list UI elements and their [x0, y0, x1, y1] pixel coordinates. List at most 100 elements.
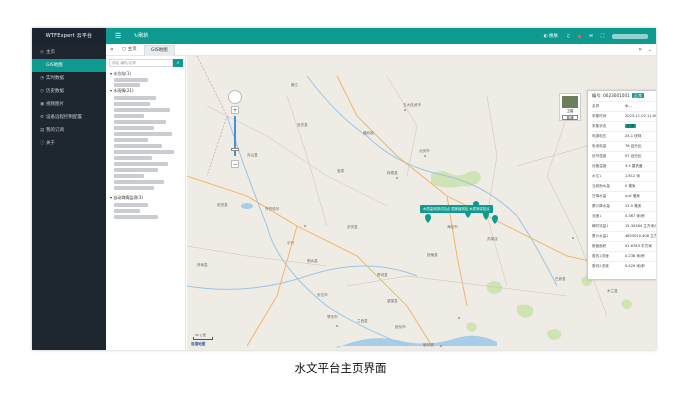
station-popup-label[interactable]: 水质监测测试站点 国家级测站 水质测试站点 — [420, 205, 493, 213]
satellite-thumbnail[interactable] — [562, 96, 578, 108]
road — [187, 245, 328, 267]
info-row-value: 0.429 米/秒 — [625, 264, 645, 268]
tree-item[interactable] — [114, 174, 144, 178]
tab-scroll-left-icon[interactable]: « — [110, 44, 114, 56]
info-row-value: 0.238 米/秒 — [625, 254, 645, 258]
tab-options-icon[interactable]: ⌄ — [648, 44, 652, 56]
tab-home[interactable]: ▢ 主页 — [122, 44, 137, 56]
tree-item[interactable] — [114, 180, 164, 184]
layer-satellite[interactable]: 卫星 — [562, 109, 578, 114]
place-label: 海伦市 — [447, 224, 458, 229]
station-search: ⌕ — [109, 59, 183, 67]
sidebar-item-history[interactable]: ◷ 历史数据 — [32, 85, 106, 98]
place-label: 肇东市 — [327, 314, 338, 319]
tree-item[interactable] — [114, 156, 152, 160]
caret-down-icon: ▾ — [110, 88, 113, 93]
info-row-value: 97 百分比 — [625, 154, 642, 158]
tab-label: GIS地图 — [151, 48, 168, 53]
sidebar-item-about[interactable]: ⓘ 关于 — [32, 137, 106, 150]
station-code-label: 编号: — [592, 93, 602, 98]
tree-item[interactable] — [114, 126, 154, 130]
fullscreen-icon[interactable]: ⛶ — [601, 33, 604, 39]
info-row-value: 水... — [625, 104, 633, 108]
road — [486, 95, 508, 287]
theme-button[interactable]: ◐ 换肤 — [544, 33, 558, 39]
info-row-label: 垂线1流速 — [592, 254, 609, 258]
sidebar-item-label: 视频图片 — [46, 102, 64, 107]
sidebar-item-label: 我的订阅 — [46, 128, 64, 133]
sidebar-item-remote-config[interactable]: ⚙ 设备远程控制配置 — [32, 111, 106, 124]
tree-group[interactable]: ▾ 水位站(1) — [110, 71, 131, 77]
message-icon[interactable]: ✉ — [589, 34, 593, 39]
bell-icon[interactable]: ♫ — [566, 34, 570, 39]
info-row-label: 采集时间 — [592, 114, 607, 118]
gis-map[interactable]: 五大连池市 北安市 通北镇 克东县 宝泉 拜泉县 克山县 依安县 林甸县 庆安县 绥棱县 明水县 青冈县… — [187, 56, 656, 350]
town-dot — [404, 109, 406, 111]
user-menu[interactable] — [612, 33, 648, 39]
sidebar-item-home[interactable]: ◎ 主页 — [32, 46, 106, 59]
tree-item[interactable] — [114, 114, 144, 118]
sidebar-item-label: 主页 — [46, 50, 55, 55]
map-layer-switch[interactable]: 卫星 普通 — [559, 93, 581, 121]
zoom-in-button[interactable]: + — [231, 106, 239, 114]
town-dot — [572, 237, 574, 239]
screenshot-frame: WTFExpert 云平台 ☰ ↻刷新 ◐ 换肤 ♫ ✉ ⛶ ◎ 主页 GIS地图… — [32, 28, 656, 350]
sidebar-item-gis-map[interactable]: GIS地图 — [32, 59, 106, 72]
info-row-label: 累计降水量 — [592, 204, 610, 208]
home-tab-icon: ▢ — [122, 47, 127, 52]
figure-caption: 水文平台主页界面 — [294, 361, 387, 375]
info-row-label: 断面面积 — [592, 244, 607, 248]
sidebar-item-video[interactable]: ▣ 视频图片 — [32, 98, 106, 111]
zoom-out-button[interactable]: − — [231, 160, 239, 168]
sidebar-item-realtime[interactable]: ◔ 实时数据 — [32, 72, 106, 85]
tab-scroll-right-icon[interactable]: » — [638, 44, 642, 56]
menu-icon[interactable]: ☰ — [115, 28, 121, 44]
info-row-value: 3.5 摄氏度 — [625, 164, 643, 168]
tree-item[interactable] — [114, 120, 166, 124]
tab-label: 主页 — [127, 47, 137, 52]
tree-group[interactable]: ▾ 自动墒情监测(3) — [110, 195, 143, 201]
tree-item[interactable] — [114, 83, 140, 87]
tree-item[interactable] — [114, 209, 140, 213]
tree-item[interactable] — [114, 150, 174, 154]
pan-control[interactable] — [228, 90, 242, 104]
info-row: 当前雨水量 0 毫米 — [592, 181, 656, 190]
sidebar-item-subscribe[interactable]: ▤ 我的订阅 — [32, 124, 106, 137]
road — [286, 95, 328, 227]
info-row-value: 15.30364 立方米/秒 — [625, 224, 656, 228]
sidebar-item-label: 历史数据 — [46, 89, 64, 94]
tree-item[interactable] — [114, 108, 170, 112]
tree-item[interactable] — [114, 215, 158, 219]
station-code-header: 编号: 0023001001 正常 — [592, 93, 645, 99]
tab-gis-map[interactable]: GIS地图 — [144, 45, 175, 56]
place-labels: 五大连池市北安市 通北镇 克东县宝泉 拜泉县 克山县依安县林甸县 庆安县绥棱县明水县青冈县… — [197, 82, 641, 347]
tree-group-label: 水位站(1) — [113, 71, 131, 76]
tree-group[interactable]: ▾ 水雨情(21) — [110, 88, 134, 94]
zoom-slider-handle[interactable] — [231, 148, 239, 151]
tree-item[interactable] — [114, 102, 150, 106]
theme-label: 换肤 — [549, 34, 559, 39]
info-row: 累计降水量 12.5 毫米 — [592, 201, 656, 210]
tree-item[interactable] — [114, 168, 158, 172]
tree-item[interactable] — [114, 162, 168, 166]
tree-item[interactable] — [114, 186, 154, 190]
tree-item[interactable] — [114, 138, 148, 142]
layer-standard[interactable]: 普通 — [562, 115, 578, 120]
refresh-label: 刷新 — [138, 33, 149, 39]
station-search-input[interactable] — [109, 59, 173, 67]
search-icon[interactable]: ⌕ — [173, 59, 183, 67]
forest-area — [621, 299, 632, 309]
tree-item[interactable] — [114, 203, 148, 207]
place-label: 通北镇 — [363, 130, 374, 135]
info-row-label: 信号强度 — [592, 154, 607, 158]
refresh-button[interactable]: ↻刷新 — [134, 28, 148, 44]
tree-item[interactable] — [114, 132, 172, 136]
station-tree-panel: ⌕ ▾ 水位站(1) ▾ 水雨情(21) ▾ 自动墒情监测(3) — [106, 56, 186, 350]
scale-bar — [193, 337, 213, 340]
brand-title: WTFExpert 云平台 — [32, 28, 106, 44]
tree-item[interactable] — [114, 144, 162, 148]
forest-area — [516, 304, 534, 318]
tree-item[interactable] — [114, 96, 156, 100]
tree-item[interactable] — [114, 78, 148, 82]
info-row: 累计水量1 4825010.408 立方米 — [592, 231, 656, 240]
